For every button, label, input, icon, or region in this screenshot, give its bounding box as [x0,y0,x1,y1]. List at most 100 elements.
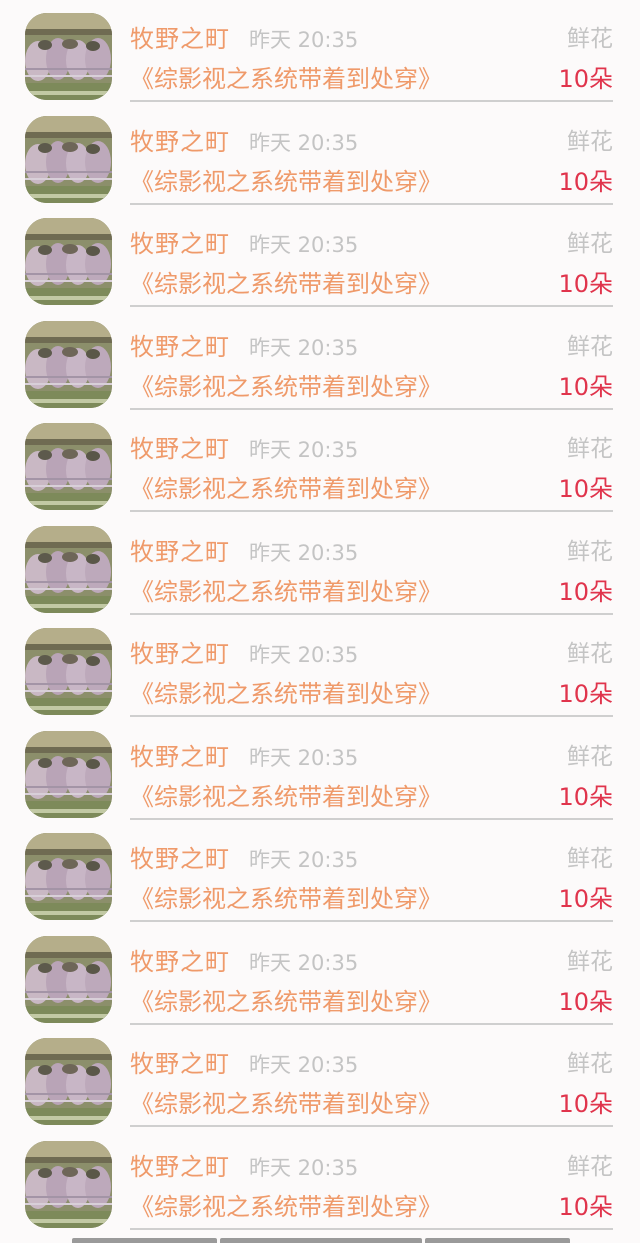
gift-count: 10朵 [558,270,613,298]
list-item[interactable]: 牧野之町 昨天 20:35 鲜花 《综影视之系统带着到处穿》 10朵 [0,718,640,821]
cats-photo-icon [25,115,112,203]
book-title[interactable]: 《综影视之系统带着到处穿》 [130,267,442,301]
tab-edge-1[interactable] [72,1238,217,1243]
avatar[interactable] [25,1140,112,1228]
timestamp: 昨天 20:35 [249,130,359,155]
book-title[interactable]: 《综影视之系统带着到处穿》 [130,62,442,96]
sender-name: 牧野之町 [130,537,230,566]
timestamp: 昨天 20:35 [249,233,359,257]
gift-count: 10朵 [558,1192,613,1221]
timestamp: 昨天 20:35 [249,950,359,975]
timestamp: 昨天 20:35 [249,28,359,52]
gift-type: 鲜花 [567,948,613,975]
sender-name: 牧野之町 [130,25,230,53]
cats-photo-icon [25,1038,112,1125]
gift-count: 10朵 [558,475,613,503]
gift-type: 鲜花 [567,743,613,770]
book-title[interactable]: 《综影视之系统带着到处穿》 [130,165,442,199]
gift-type: 鲜花 [567,641,613,667]
gift-type: 鲜花 [567,231,613,257]
gift-record-list: 牧野之町 昨天 20:35 鲜花 《综影视之系统带着到处穿》 10朵 牧野之町 … [0,0,640,1230]
gift-count: 10朵 [558,885,613,913]
book-title[interactable]: 《综影视之系统带着到处穿》 [130,370,442,404]
avatar[interactable] [25,525,112,613]
list-item[interactable]: 牧野之町 昨天 20:35 鲜花 《综影视之系统带着到处穿》 10朵 [0,1128,640,1231]
sender-name: 牧野之町 [130,435,230,463]
list-item[interactable]: 牧野之町 昨天 20:35 鲜花 《综影视之系统带着到处穿》 10朵 [0,0,640,103]
sender-name: 牧野之町 [130,1152,230,1181]
cats-photo-icon [25,13,112,100]
list-item[interactable]: 牧野之町 昨天 20:35 鲜花 《综影视之系统带着到处穿》 10朵 [0,513,640,616]
gift-count: 10朵 [558,782,613,811]
gift-type: 鲜花 [567,26,613,52]
book-title[interactable]: 《综影视之系统带着到处穿》 [130,985,442,1019]
avatar[interactable] [25,935,112,1023]
cats-photo-icon [25,1140,112,1228]
book-title[interactable]: 《综影视之系统带着到处穿》 [130,882,442,916]
list-item[interactable]: 牧野之町 昨天 20:35 鲜花 《综影视之系统带着到处穿》 10朵 [0,615,640,718]
avatar[interactable] [25,730,112,818]
sender-name: 牧野之町 [130,332,230,361]
book-title[interactable]: 《综影视之系统带着到处穿》 [130,472,442,506]
gift-type: 鲜花 [567,1153,613,1180]
timestamp: 昨天 20:35 [249,745,359,770]
cats-photo-icon [25,423,112,510]
gift-type: 鲜花 [567,128,613,155]
avatar[interactable] [25,115,112,203]
timestamp: 昨天 20:35 [249,1053,359,1077]
gift-count: 10朵 [558,167,613,196]
list-item[interactable]: 牧野之町 昨天 20:35 鲜花 《综影视之系统带着到处穿》 10朵 [0,820,640,923]
divider [130,1227,613,1230]
book-title[interactable]: 《综影视之系统带着到处穿》 [130,1087,442,1121]
timestamp: 昨天 20:35 [249,643,359,667]
list-item[interactable]: 牧野之町 昨天 20:35 鲜花 《综影视之系统带着到处穿》 10朵 [0,308,640,411]
sender-name: 牧野之町 [130,640,230,668]
cats-photo-icon [25,935,112,1023]
sender-name: 牧野之町 [130,1050,230,1078]
list-item[interactable]: 牧野之町 昨天 20:35 鲜花 《综影视之系统带着到处穿》 10朵 [0,103,640,206]
sender-name: 牧野之町 [130,845,230,873]
tab-edge-2[interactable] [220,1238,422,1243]
sender-name: 牧野之町 [130,127,230,156]
gift-type: 鲜花 [567,436,613,462]
cats-photo-icon [25,833,112,920]
timestamp: 昨天 20:35 [249,1155,359,1180]
avatar[interactable] [25,1038,112,1125]
tab-edge-3[interactable] [425,1238,570,1243]
list-item[interactable]: 牧野之町 昨天 20:35 鲜花 《综影视之系统带着到处穿》 10朵 [0,923,640,1026]
bottom-tab-bar-edge [72,1238,570,1243]
sender-name: 牧野之町 [130,947,230,976]
gift-type: 鲜花 [567,333,613,360]
sender-name: 牧野之町 [130,230,230,258]
avatar[interactable] [25,218,112,305]
timestamp: 昨天 20:35 [249,335,359,360]
timestamp: 昨天 20:35 [249,848,359,872]
avatar[interactable] [25,833,112,920]
cats-photo-icon [25,525,112,613]
gift-count: 10朵 [558,65,613,93]
avatar[interactable] [25,423,112,510]
timestamp: 昨天 20:35 [249,540,359,565]
gift-count: 10朵 [558,577,613,606]
avatar[interactable] [25,13,112,100]
gift-type: 鲜花 [567,1051,613,1077]
book-title[interactable]: 《综影视之系统带着到处穿》 [130,1190,442,1224]
cats-photo-icon [25,218,112,305]
cats-photo-icon [25,628,112,715]
book-title[interactable]: 《综影视之系统带着到处穿》 [130,780,442,814]
gift-type: 鲜花 [567,538,613,565]
gift-count: 10朵 [558,680,613,708]
cats-photo-icon [25,730,112,818]
timestamp: 昨天 20:35 [249,438,359,462]
gift-type: 鲜花 [567,846,613,872]
avatar[interactable] [25,628,112,715]
list-item[interactable]: 牧野之町 昨天 20:35 鲜花 《综影视之系统带着到处穿》 10朵 [0,205,640,308]
book-title[interactable]: 《综影视之系统带着到处穿》 [130,575,442,609]
cats-photo-icon [25,320,112,408]
list-item[interactable]: 牧野之町 昨天 20:35 鲜花 《综影视之系统带着到处穿》 10朵 [0,410,640,513]
book-title[interactable]: 《综影视之系统带着到处穿》 [130,677,442,711]
gift-count: 10朵 [558,372,613,401]
list-item[interactable]: 牧野之町 昨天 20:35 鲜花 《综影视之系统带着到处穿》 10朵 [0,1025,640,1128]
sender-name: 牧野之町 [130,742,230,771]
avatar[interactable] [25,320,112,408]
